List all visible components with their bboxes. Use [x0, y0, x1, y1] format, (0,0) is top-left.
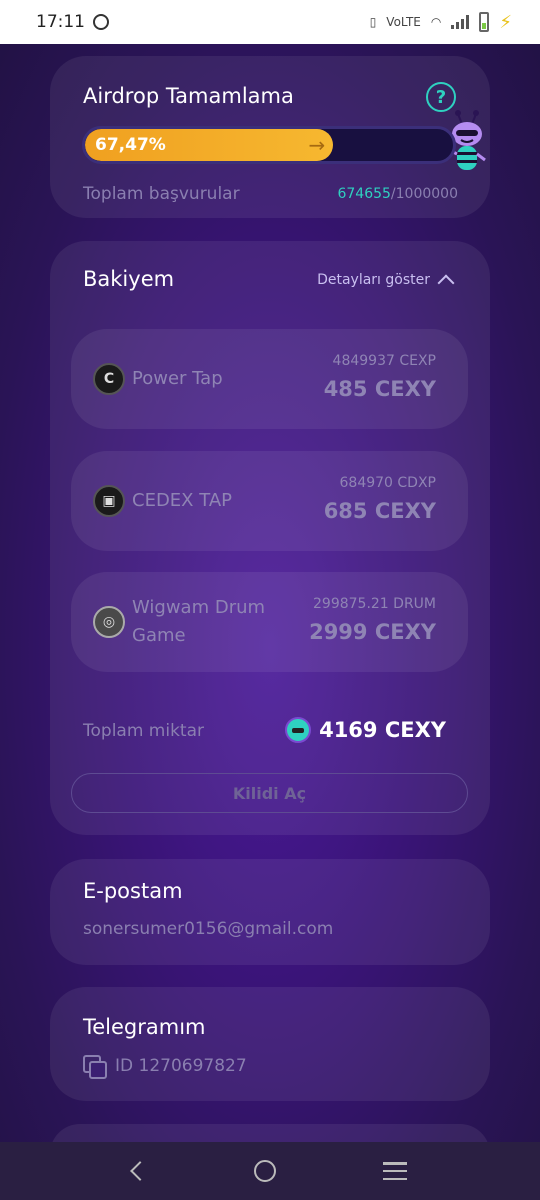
home-icon[interactable] [253, 1160, 276, 1182]
token-amount: 485 CEXY [323, 377, 436, 401]
power-tap-logo-icon: C [93, 363, 125, 395]
token-name: Power Tap [132, 368, 223, 389]
token-name: Wigwam Drum Game [132, 597, 266, 646]
token-row-wigwam-drum: ◎ Wigwam Drum Game 299875.21 DRUM 2999 C… [71, 572, 468, 672]
status-left: 17:11 [36, 12, 109, 32]
next-card [50, 1124, 490, 1142]
airdrop-title: Airdrop Tamamlama [83, 84, 294, 108]
token-row-power-tap: C Power Tap 4849937 CEXP 485 CEXY [71, 329, 468, 429]
token-sub-amount: 4849937 CEXP [332, 353, 436, 369]
applications-current: 674655 [337, 186, 391, 202]
airdrop-card: Airdrop Tamamlama ? 67,47% → Toplam başv… [50, 56, 490, 218]
whatsapp-icon [93, 14, 109, 30]
total-label: Toplam miktar [83, 721, 204, 741]
balance-title: Bakiyem [83, 267, 175, 291]
token-amount: 2999 CEXY [309, 620, 436, 644]
balance-card: Bakiyem Detayları göster C Power Tap 484… [50, 241, 490, 835]
copy-icon[interactable] [83, 1055, 107, 1079]
total-amount: 4169 CEXY [319, 718, 446, 742]
email-value: sonersumer0156@gmail.com [83, 919, 334, 939]
arrow-right-icon: → [308, 133, 326, 157]
airdrop-progress-fill: 67,47% → [85, 129, 334, 161]
token-amount: 685 CEXY [323, 499, 436, 523]
battery-icon [479, 12, 490, 32]
back-icon[interactable] [130, 1161, 151, 1181]
total-value: 4169 CEXY [285, 717, 446, 743]
telegram-card: Telegramım ID 1270697827 [50, 987, 490, 1101]
token-row-cedex-tap: ▣ CEDEX TAP 684970 CDXP 685 CEXY [71, 451, 468, 551]
details-toggle-label: Detayları göster [317, 272, 430, 288]
app-screen: Airdrop Tamamlama ? 67,47% → Toplam başv… [0, 44, 540, 1142]
applications-count: 674655/1000000 [337, 186, 458, 202]
email-card: E-postam sonersumer0156@gmail.com [50, 859, 490, 965]
system-nav-bar [0, 1142, 540, 1200]
status-bar: 17:11 ▯ VoLTE ◠ ⚡ [0, 0, 540, 44]
telegram-title: Telegramım [83, 1015, 206, 1039]
details-toggle[interactable]: Detayları göster [317, 271, 455, 292]
cedex-tap-logo-icon: ▣ [93, 485, 125, 517]
email-title: E-postam [83, 879, 183, 903]
cexy-token-icon [285, 717, 312, 743]
wigwam-drum-logo-icon: ◎ [93, 606, 125, 638]
token-sub-amount: 684970 CDXP [339, 475, 436, 491]
network-label: VoLTE [386, 15, 421, 29]
charging-icon: ⚡ [499, 11, 512, 33]
applications-label: Toplam başvurular [83, 184, 240, 204]
recents-menu-icon[interactable] [382, 1162, 407, 1180]
wifi-icon: ◠ [430, 15, 442, 29]
applications-total: /1000000 [390, 186, 458, 202]
token-sub-amount: 299875.21 DRUM [313, 596, 436, 612]
telegram-id[interactable]: ID 1270697827 [83, 1055, 247, 1079]
chevron-up-icon [437, 274, 455, 292]
unlock-button[interactable]: Kilidi Aç [71, 773, 468, 813]
telegram-id-value: ID 1270697827 [115, 1056, 247, 1076]
vibrate-icon: ▯ [369, 15, 377, 29]
progress-label: 67,47% [95, 135, 166, 155]
airdrop-progress-bar: 67,47% → [82, 126, 456, 164]
status-right: ▯ VoLTE ◠ ⚡ [370, 12, 512, 33]
token-name: CEDEX TAP [132, 490, 232, 511]
status-time: 17:11 [36, 12, 85, 32]
signal-icon [451, 15, 470, 29]
